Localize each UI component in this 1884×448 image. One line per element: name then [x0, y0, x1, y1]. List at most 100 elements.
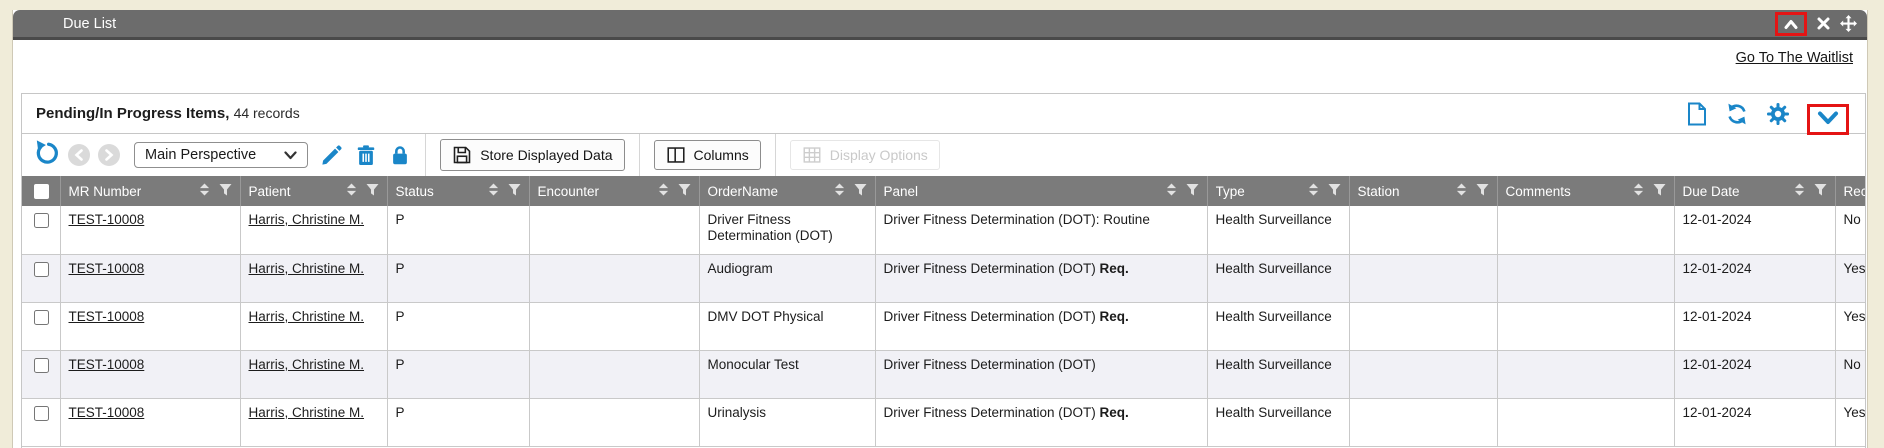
cell-patient: Harris, Christine M. — [240, 254, 387, 302]
cell-mr: TEST-10008 — [60, 398, 240, 446]
sort-icon[interactable] — [834, 183, 845, 199]
column-header-comments[interactable]: Comments — [1497, 176, 1674, 206]
chevron-up-icon[interactable] — [1783, 17, 1799, 31]
patient-link[interactable]: Harris, Christine M. — [249, 309, 365, 324]
column-header-type[interactable]: Type — [1207, 176, 1349, 206]
toolbar: Main Perspective — [22, 134, 1865, 176]
patient-link[interactable]: Harris, Christine M. — [249, 261, 365, 276]
sort-icon[interactable] — [1456, 183, 1467, 199]
column-header-order_name[interactable]: OrderName — [699, 176, 875, 206]
cell-patient: Harris, Christine M. — [240, 302, 387, 350]
sort-icon[interactable] — [199, 183, 210, 199]
expand-highlight-box — [1807, 104, 1849, 135]
edit-perspective-icon[interactable] — [320, 144, 343, 167]
toolbar-separator — [639, 134, 640, 176]
toolbar-separator — [775, 134, 776, 176]
save-icon — [452, 145, 472, 165]
sort-icon[interactable] — [1794, 183, 1805, 199]
perspective-select[interactable]: Main Perspective — [134, 142, 308, 168]
mr-number-link[interactable]: TEST-10008 — [69, 212, 145, 227]
close-icon[interactable] — [1816, 16, 1831, 31]
column-label: Due Date — [1683, 184, 1740, 199]
store-button-label: Store Displayed Data — [480, 147, 612, 163]
gear-icon[interactable] — [1766, 102, 1790, 126]
sort-icon[interactable] — [1633, 183, 1644, 199]
cell-rec: Yes — [1835, 254, 1865, 302]
delete-perspective-icon[interactable] — [355, 144, 377, 167]
columns-button-label: Columns — [694, 147, 749, 163]
row-checkbox[interactable] — [34, 406, 49, 421]
column-header-rec[interactable]: Rec — [1835, 176, 1865, 206]
row-checkbox[interactable] — [34, 213, 49, 228]
column-label: Rec — [1844, 184, 1866, 199]
required-flag: Req. — [1100, 261, 1129, 276]
cell-status: P — [387, 350, 529, 398]
mr-number-link[interactable]: TEST-10008 — [69, 261, 145, 276]
sort-icon[interactable] — [488, 183, 499, 199]
link-row: Go To The Waitlist — [13, 40, 1867, 93]
cell-mr: TEST-10008 — [60, 302, 240, 350]
filter-icon[interactable] — [1814, 184, 1827, 199]
panel-header: Pending/In Progress Items, 44 records — [22, 94, 1865, 134]
cell-select — [22, 206, 60, 254]
mr-number-link[interactable]: TEST-10008 — [69, 357, 145, 372]
cell-station — [1349, 302, 1497, 350]
waitlist-link[interactable]: Go To The Waitlist — [1736, 50, 1853, 66]
filter-icon[interactable] — [1328, 184, 1341, 199]
filter-icon[interactable] — [1476, 184, 1489, 199]
cell-select — [22, 302, 60, 350]
column-header-status[interactable]: Status — [387, 176, 529, 206]
column-header-station[interactable]: Station — [1349, 176, 1497, 206]
mr-number-link[interactable]: TEST-10008 — [69, 405, 145, 420]
column-header-patient[interactable]: Patient — [240, 176, 387, 206]
new-document-icon[interactable] — [1686, 102, 1708, 126]
panel-title-text: Pending/In Progress Items, — [36, 105, 229, 122]
filter-icon[interactable] — [678, 184, 691, 199]
cell-type: Health Surveillance — [1207, 206, 1349, 254]
patient-link[interactable]: Harris, Christine M. — [249, 212, 365, 227]
cell-panel: Driver Fitness Determination (DOT) Req. — [875, 302, 1207, 350]
filter-icon[interactable] — [1653, 184, 1666, 199]
store-displayed-data-button[interactable]: Store Displayed Data — [440, 139, 624, 171]
column-header-due_date[interactable]: Due Date — [1674, 176, 1835, 206]
column-header-mr[interactable]: MR Number — [60, 176, 240, 206]
select-chevron-icon — [284, 151, 297, 160]
cell-station — [1349, 206, 1497, 254]
column-header-panel[interactable]: Panel — [875, 176, 1207, 206]
cell-status: P — [387, 254, 529, 302]
display-options-label: Display Options — [830, 147, 928, 163]
patient-link[interactable]: Harris, Christine M. — [249, 357, 365, 372]
column-header-select[interactable] — [22, 176, 60, 206]
filter-icon[interactable] — [854, 184, 867, 199]
row-checkbox[interactable] — [34, 310, 49, 325]
cell-encounter — [529, 302, 699, 350]
sort-icon[interactable] — [658, 183, 669, 199]
select-all-checkbox[interactable] — [34, 184, 49, 199]
filter-icon[interactable] — [219, 184, 232, 199]
refresh-icon[interactable] — [1725, 102, 1749, 126]
chevron-down-icon[interactable] — [1817, 111, 1839, 125]
column-label: OrderName — [708, 184, 779, 199]
columns-button[interactable]: Columns — [654, 140, 761, 170]
patient-link[interactable]: Harris, Christine M. — [249, 405, 365, 420]
column-header-encounter[interactable]: Encounter — [529, 176, 699, 206]
sort-icon[interactable] — [1308, 183, 1319, 199]
columns-icon — [666, 146, 686, 164]
undo-icon[interactable] — [34, 140, 60, 171]
mr-number-link[interactable]: TEST-10008 — [69, 309, 145, 324]
lock-perspective-icon[interactable] — [389, 144, 411, 167]
row-checkbox[interactable] — [34, 358, 49, 373]
prev-perspective-button — [68, 144, 90, 166]
cell-due_date: 12-01-2024 — [1674, 254, 1835, 302]
sort-icon[interactable] — [1166, 183, 1177, 199]
cell-order_name: Monocular Test — [699, 350, 875, 398]
move-icon[interactable] — [1840, 15, 1857, 32]
filter-icon[interactable] — [508, 184, 521, 199]
filter-icon[interactable] — [1186, 184, 1199, 199]
filter-icon[interactable] — [366, 184, 379, 199]
row-checkbox[interactable] — [34, 262, 49, 277]
cell-select — [22, 254, 60, 302]
desktop-background: Due List Go To The Waitlist — [0, 0, 1884, 448]
toolbar-separator — [425, 134, 426, 176]
sort-icon[interactable] — [346, 183, 357, 199]
